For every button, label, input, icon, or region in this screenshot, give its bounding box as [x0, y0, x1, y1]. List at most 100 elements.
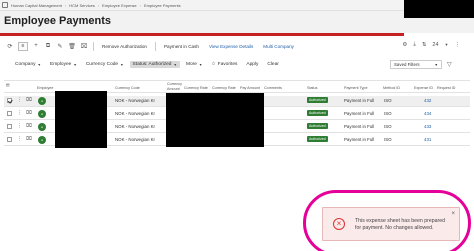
currency-code-cell: NOK - Norwegian Kr: [115, 124, 156, 129]
avatar: ●: [38, 136, 46, 144]
delete-icon[interactable]: 🗑: [68, 42, 76, 50]
currency-code-filter-label: Currency Code: [85, 62, 119, 67]
avatar: ●: [38, 123, 46, 131]
company-filter[interactable]: Company ▼: [12, 61, 44, 68]
company-filter-label: Company: [15, 62, 36, 67]
column-header-pay-amount[interactable]: Pay Amount: [240, 86, 260, 91]
breadcrumb-separator: ›: [139, 2, 141, 8]
method-id-cell: ISO: [384, 137, 392, 142]
column-header-currency-rate-2[interactable]: Currency Rate: [212, 86, 236, 91]
list-view-toggle[interactable]: ≡: [18, 41, 28, 51]
more-filter[interactable]: More ▼: [183, 61, 205, 68]
export-icon[interactable]: ⤓: [413, 41, 415, 48]
status-badge: Authorized: [307, 110, 328, 116]
payment-type-cell: Payment in Full: [344, 124, 375, 129]
more-options-icon[interactable]: ⋮: [17, 136, 22, 142]
status-filter-label: Status: Authorized: [132, 62, 172, 67]
employee-filter[interactable]: Employee ▼: [47, 61, 80, 68]
favorites-filter[interactable]: ☆ Favorites: [208, 61, 240, 68]
chevron-down-icon: ▼: [198, 62, 203, 67]
column-header-method-id[interactable]: Method ID: [383, 86, 400, 91]
column-header-status[interactable]: Status: [307, 86, 317, 91]
more-options-icon[interactable]: ⋮: [17, 123, 22, 129]
page-size-select[interactable]: 24: [432, 42, 438, 48]
copy-icon[interactable]: ⧉: [44, 42, 52, 50]
filter-icon[interactable]: ▽: [447, 61, 452, 68]
chevron-down-icon: ▼: [37, 62, 41, 67]
attach-icon[interactable]: ⌧: [80, 42, 88, 50]
home-icon[interactable]: [2, 2, 8, 8]
row-checkbox[interactable]: [7, 124, 12, 129]
column-header-request-id[interactable]: Request ID: [437, 86, 455, 91]
add-icon[interactable]: +: [32, 42, 40, 50]
refresh-icon[interactable]: ⟳: [6, 42, 14, 50]
avatar: ●: [38, 110, 46, 118]
clear-button[interactable]: Clear: [264, 61, 281, 68]
avatar: ●: [38, 97, 46, 105]
more-options-icon[interactable]: ⋮: [17, 110, 22, 116]
close-icon[interactable]: ×: [451, 211, 455, 217]
breadcrumb-item[interactable]: Employee Expense: [102, 3, 136, 8]
multi-company-button[interactable]: Multi Company: [260, 43, 297, 50]
remove-authorization-button[interactable]: Remove Authorization: [99, 43, 150, 50]
column-header-currency-rate[interactable]: Currency Rate: [184, 86, 208, 91]
attach-icon[interactable]: ⌧: [26, 97, 32, 103]
currency-code-cell: NOK - Norwegian Kr: [115, 111, 156, 116]
breadcrumb-item[interactable]: Employee Payments: [144, 3, 181, 8]
edit-icon[interactable]: ✎: [56, 42, 64, 50]
breadcrumb-item[interactable]: HCM Services: [69, 3, 95, 8]
more-options-icon[interactable]: ⋮: [17, 97, 22, 103]
column-header-comments[interactable]: Comments: [264, 86, 282, 91]
column-header-payment-type[interactable]: Payment Type: [344, 86, 368, 91]
breadcrumb: Human Capital Management › HCM Services …: [0, 0, 474, 11]
saved-filters-select[interactable]: Saved Filters ▼: [390, 60, 442, 69]
column-header-expense-id[interactable]: Expense ID: [414, 86, 433, 91]
attach-icon[interactable]: ⌧: [26, 110, 32, 116]
toolbar-right: ⚙ ⤓ ⇅ 24 ▼ ⋮: [402, 41, 460, 48]
toolbar-divider: [154, 41, 156, 51]
column-header-employee[interactable]: Employee: [37, 86, 53, 91]
apply-button[interactable]: Apply: [243, 61, 261, 68]
sort-icon[interactable]: ⇅: [422, 42, 427, 48]
status-badge: Authorized: [307, 136, 328, 142]
request-id-link[interactable]: 433: [424, 124, 431, 129]
currency-code-cell: NOK - Norwegian Kr: [115, 137, 156, 142]
error-icon: ×: [333, 218, 345, 230]
brand-band: [0, 33, 404, 36]
column-header-currency-code[interactable]: Currency Code: [115, 86, 140, 91]
row-checkbox[interactable]: [7, 111, 12, 116]
settings-icon[interactable]: ⚙: [402, 42, 407, 48]
toast-message: This expense sheet has been prepared for…: [355, 218, 445, 231]
redacted-employee-names: [55, 91, 107, 148]
saved-filters-label: Saved Filters: [394, 62, 420, 67]
column-selector-icon[interactable]: ▤: [6, 83, 9, 88]
row-checkbox[interactable]: [7, 98, 12, 103]
chevron-down-icon: ▼: [434, 62, 438, 67]
row-checkbox[interactable]: [7, 137, 12, 142]
chevron-down-icon: ▼: [120, 62, 124, 67]
breadcrumb-separator: ›: [64, 2, 67, 8]
request-id-link[interactable]: 432: [424, 98, 431, 103]
chevron-down-icon[interactable]: ▼: [445, 42, 449, 47]
request-id-link[interactable]: 431: [424, 137, 431, 142]
title-bar: Employee Payments: [0, 11, 474, 33]
payment-type-cell: Payment in Full: [344, 98, 375, 103]
payment-type-cell: Payment in Full: [344, 137, 375, 142]
attach-icon[interactable]: ⌧: [26, 136, 32, 142]
toolbar-divider: [93, 41, 94, 51]
payment-in-cash-button[interactable]: Payment in Cash: [161, 43, 202, 50]
request-id-link[interactable]: 434: [424, 111, 431, 116]
status-badge: Authorized: [307, 97, 328, 103]
redacted-amounts: [166, 93, 264, 147]
view-expense-details-button[interactable]: View Expense Details: [206, 43, 256, 50]
status-filter[interactable]: Status: Authorized ▼: [129, 61, 180, 68]
method-id-cell: ISO: [384, 124, 392, 129]
grid-top-divider: [4, 80, 470, 81]
more-options-icon[interactable]: ⋮: [455, 42, 461, 48]
column-header-currency-amount[interactable]: Currency Amount: [167, 82, 183, 91]
attach-icon[interactable]: ⌧: [26, 123, 32, 129]
currency-code-filter[interactable]: Currency Code ▼: [83, 61, 127, 68]
breadcrumb-separator: ›: [97, 2, 100, 8]
favorites-label: Favorites: [217, 62, 238, 67]
breadcrumb-item[interactable]: Human Capital Management: [11, 3, 62, 8]
